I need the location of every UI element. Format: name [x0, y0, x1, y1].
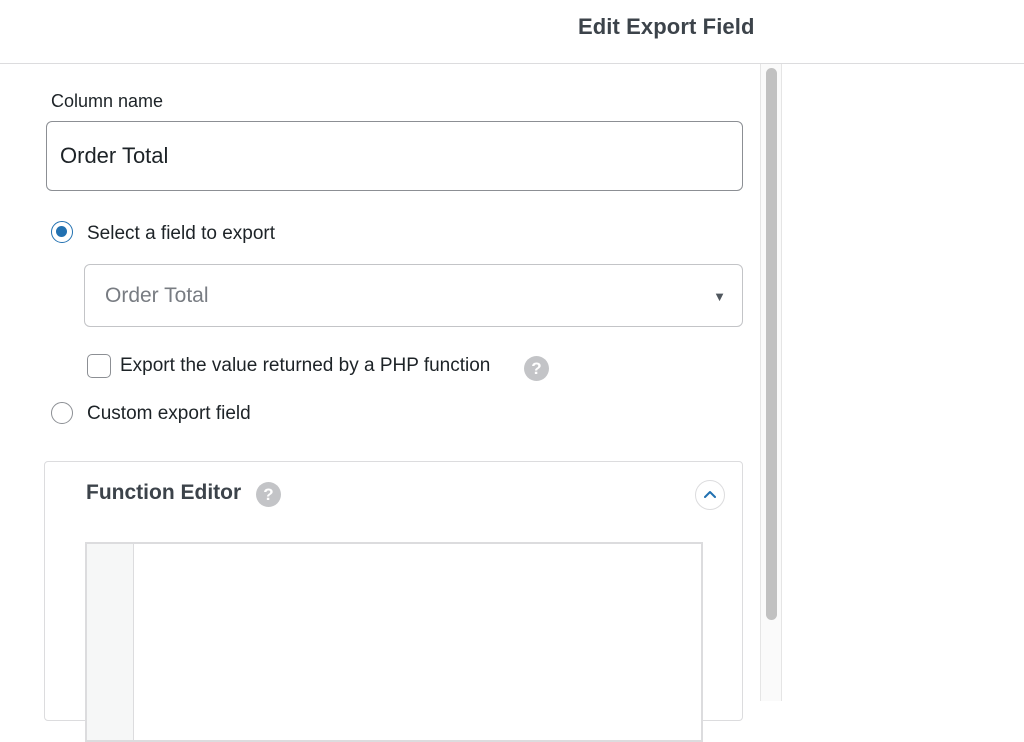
edit-field-panel: Column name Select a field to export Ord… — [0, 64, 760, 742]
function-editor-section: Function Editor ? — [44, 461, 743, 742]
scrollbar-thumb[interactable] — [766, 68, 777, 620]
field-select-dropdown[interactable]: Order Total ▼ — [84, 264, 743, 327]
radio-select-field-label[interactable]: Select a field to export — [87, 223, 275, 245]
modal-title: Edit Export Field — [578, 14, 755, 39]
collapse-button[interactable] — [695, 480, 725, 510]
vertical-scrollbar[interactable] — [760, 64, 782, 701]
radio-select-field[interactable] — [51, 221, 73, 243]
chevron-up-icon — [704, 491, 716, 498]
function-editor-help-icon[interactable]: ? — [256, 482, 281, 507]
field-select-value: Order Total — [105, 284, 209, 307]
radio-custom-field[interactable] — [51, 402, 73, 424]
php-function-help-icon[interactable]: ? — [524, 356, 549, 381]
modal-header: Edit Export Field — [0, 0, 1024, 64]
code-editor[interactable] — [85, 542, 703, 742]
column-name-label: Column name — [51, 91, 164, 111]
code-editor-gutter — [87, 544, 134, 740]
php-function-checkbox-label[interactable]: Export the value returned by a PHP funct… — [120, 355, 490, 377]
php-function-checkbox[interactable] — [87, 354, 111, 378]
column-name-input[interactable] — [46, 121, 743, 191]
function-editor-title: Function Editor — [86, 481, 242, 504]
dropdown-arrow-icon: ▼ — [713, 289, 726, 304]
radio-custom-field-label[interactable]: Custom export field — [87, 403, 251, 425]
